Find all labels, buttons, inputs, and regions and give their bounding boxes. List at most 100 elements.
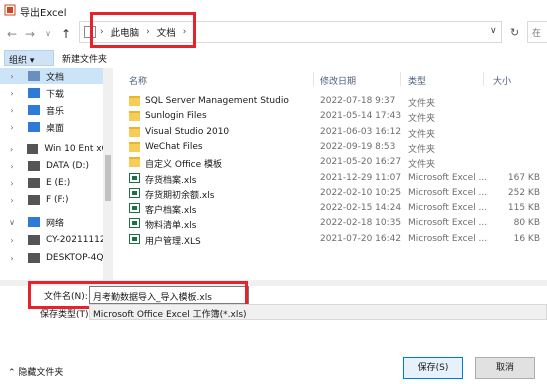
sidebar-item[interactable]: › F (F:) <box>0 192 113 208</box>
file-row[interactable]: Visual Studio 2010 2021-06-03 16:12 文件夹 <box>115 125 547 140</box>
excel-file-icon <box>129 218 140 229</box>
save-type-label: 保存类型(T): <box>40 310 92 320</box>
chevron-right-icon[interactable]: › <box>6 89 18 98</box>
chevron-right-icon[interactable]: › <box>6 236 18 245</box>
documents-icon <box>28 71 40 81</box>
network-icon <box>28 217 40 227</box>
sidebar-item-label: 桌面 <box>46 123 65 134</box>
folder-icon <box>129 126 140 137</box>
file-row[interactable]: 存货期初余额.xls 2022-02-10 10:25 Microsoft Exce… <box>115 186 547 201</box>
file-type: Microsoft Excel ... <box>408 233 488 244</box>
file-name: 物料清单.xls <box>145 221 197 232</box>
address-highlight-box <box>90 12 196 48</box>
file-row[interactable]: 自定义 Office 模板 2021-05-20 16:27 文件夹 <box>115 155 547 170</box>
file-size: 80 KB <box>513 218 540 229</box>
folder-icon <box>129 111 140 122</box>
file-name: 自定义 Office 模板 <box>145 160 222 171</box>
file-type: 文件夹 <box>408 129 436 140</box>
folder-icon <box>129 157 140 168</box>
file-name: Visual Studio 2010 <box>145 126 230 137</box>
file-name: 存货期初余额.xls <box>145 190 215 201</box>
sidebar-item-label: 网络 <box>46 218 65 229</box>
sidebar-item[interactable]: › CY-20211112U <box>0 232 113 248</box>
file-type: Microsoft Excel ... <box>408 203 488 214</box>
computer-icon <box>28 253 40 263</box>
file-row[interactable]: Sunlogin Files 2021-05-14 17:43 文件夹 <box>115 109 547 124</box>
chevron-right-icon[interactable]: › <box>6 123 18 132</box>
chevron-down-icon[interactable]: ∨ <box>6 218 18 227</box>
file-date: 2021-07-20 16:42 <box>320 233 402 244</box>
sidebar-item[interactable]: › 文档 <box>0 68 113 84</box>
sidebar-item[interactable]: › 音乐 <box>0 102 113 118</box>
recent-dropdown-icon[interactable]: ∨ <box>40 26 56 42</box>
file-row[interactable]: SQL Server Management Studio 2022-07-18 9… <box>115 94 547 109</box>
file-date: 2022-02-18 10:35 <box>320 218 402 229</box>
address-dropdown-icon[interactable]: ∨ <box>490 26 497 36</box>
refresh-icon[interactable]: ↻ <box>510 26 519 39</box>
sidebar-item[interactable]: › E (E:) <box>0 175 113 191</box>
hide-folders-toggle[interactable]: ⌃ 隐藏文件夹 <box>8 365 63 378</box>
back-icon[interactable]: ← <box>4 26 20 42</box>
excel-file-icon <box>129 172 140 183</box>
chevron-right-icon[interactable]: › <box>6 72 18 81</box>
save-type-select[interactable]: Microsoft Office Excel 工作簿(*.xls) <box>89 304 547 320</box>
chevron-right-icon[interactable]: › <box>6 196 18 205</box>
file-size: 16 KB <box>513 233 540 244</box>
file-date: 2021-06-03 16:12 <box>320 126 402 137</box>
file-date: 2022-02-15 14:24 <box>320 203 402 214</box>
sidebar-item[interactable]: › 桌面 <box>0 119 113 135</box>
file-row[interactable]: 客户档案.xls 2022-02-15 14:24 Microsoft Excel … <box>115 201 547 216</box>
column-size[interactable]: 大小 <box>493 74 511 87</box>
chevron-right-icon[interactable]: › <box>6 162 18 171</box>
file-row[interactable]: 物料清单.xls 2022-02-18 10:35 Microsoft Excel … <box>115 216 547 231</box>
drive-icon <box>28 178 40 188</box>
file-size: 115 KB <box>507 203 540 214</box>
sidebar-item[interactable]: ∨ 网络 <box>0 214 113 230</box>
organize-button[interactable]: 组织 ▾ <box>4 50 54 66</box>
sidebar-item-label: F (F:) <box>46 195 69 205</box>
sidebar-item[interactable]: › DATA (D:) <box>0 158 113 174</box>
file-date: 2021-05-20 16:27 <box>320 157 402 168</box>
column-type[interactable]: 类型 <box>408 74 426 87</box>
excel-file-icon <box>129 203 140 214</box>
file-row[interactable]: 用户管理.XLS 2021-07-20 16:42 Microsoft Excel … <box>115 232 547 247</box>
save-button[interactable]: 保存(S) <box>403 357 463 379</box>
file-date: 2022-07-18 9:37 <box>320 96 396 106</box>
column-date[interactable]: 修改日期 <box>320 74 356 87</box>
forward-icon[interactable]: → <box>22 26 38 42</box>
sidebar-item[interactable]: › DESKTOP-4QI0 <box>0 250 113 266</box>
file-row[interactable]: 存货档案.xls 2021-12-29 11:07 Microsoft Excel … <box>115 171 547 186</box>
column-name[interactable]: 名称 <box>129 74 147 87</box>
excel-file-icon <box>129 233 140 244</box>
drive-icon <box>28 161 40 171</box>
chevron-right-icon[interactable]: › <box>6 254 18 263</box>
sidebar-item[interactable]: › Win 10 Ent x64 <box>0 141 113 157</box>
cancel-button[interactable]: 取消 <box>475 357 535 379</box>
window-title: 导出Excel <box>20 8 67 19</box>
navigation-pane: › 文档 › 下载 › 音乐 › 桌面 › Win 10 Ent x64 › DATA (D:) › E … <box>0 68 113 280</box>
search-input[interactable]: 在 <box>527 21 547 43</box>
column-divider[interactable] <box>483 72 484 86</box>
file-type: Microsoft Excel ... <box>408 187 488 198</box>
file-list: 名称 修改日期 类型 大小 SQL Server Management Stud… <box>115 68 547 280</box>
file-date: 2021-05-14 17:43 <box>320 111 402 122</box>
file-type: 文件夹 <box>408 99 436 109</box>
up-icon[interactable]: ↑ <box>58 26 74 42</box>
chevron-right-icon[interactable]: › <box>6 179 18 188</box>
file-date: 2021-12-29 11:07 <box>320 172 402 183</box>
column-divider[interactable] <box>313 72 314 86</box>
sidebar-item-label: DESKTOP-4QI0 <box>46 253 112 263</box>
new-folder-button[interactable]: 新建文件夹 <box>62 52 107 65</box>
chevron-right-icon[interactable]: › <box>6 106 18 115</box>
sidebar-item[interactable]: › 下载 <box>0 85 113 101</box>
file-row[interactable]: WeChat Files 2022-09-19 8:53 文件夹 <box>115 140 547 155</box>
nav-scrollbar-thumb[interactable] <box>105 155 111 201</box>
column-divider[interactable] <box>400 72 401 86</box>
chevron-right-icon[interactable]: › <box>6 145 17 154</box>
desktop-icon <box>28 122 40 132</box>
computer-icon <box>28 235 40 245</box>
file-name: 存货档案.xls <box>145 175 197 186</box>
folder-icon <box>129 96 140 106</box>
sidebar-item-label: DATA (D:) <box>46 161 90 171</box>
sidebar-item-label: 下载 <box>46 89 65 100</box>
